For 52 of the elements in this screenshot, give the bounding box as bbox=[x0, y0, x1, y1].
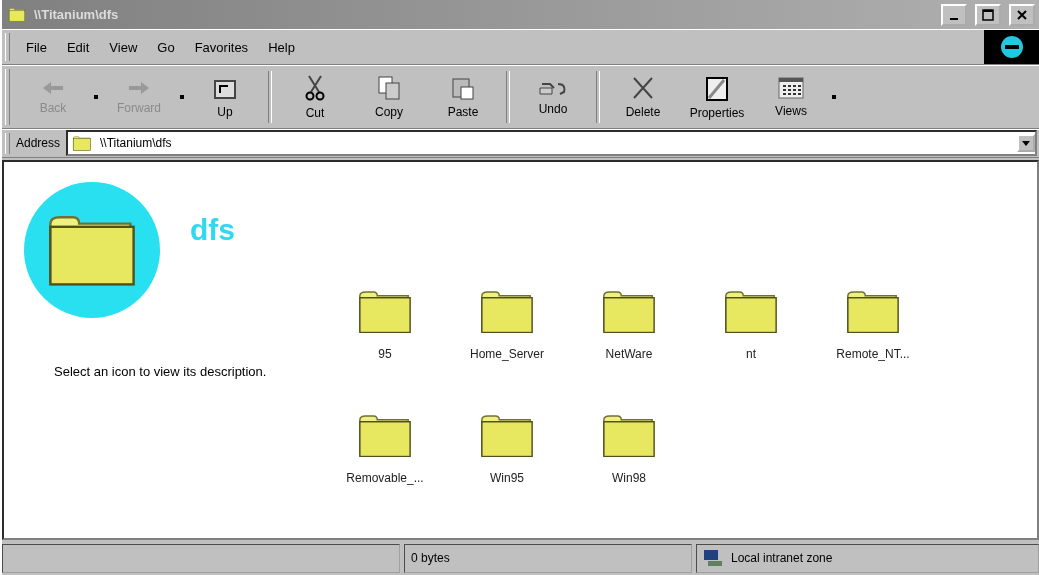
address-label: Address bbox=[16, 136, 61, 151]
caret-icon bbox=[1022, 140, 1030, 146]
folder-label[interactable]: nt bbox=[746, 347, 756, 362]
folder-icon bbox=[478, 414, 536, 458]
network-icon bbox=[703, 549, 723, 568]
folder-label[interactable]: Remote_NT... bbox=[836, 347, 910, 362]
folder-label[interactable]: Home_Server bbox=[470, 347, 544, 362]
maximize-button[interactable] bbox=[975, 3, 1001, 26]
properties-button[interactable]: Properties bbox=[680, 66, 754, 127]
views-button[interactable]: Views bbox=[754, 66, 828, 127]
up-button[interactable]: Up bbox=[188, 66, 262, 127]
browser-logo bbox=[984, 30, 1039, 64]
folder-icon bbox=[356, 414, 414, 458]
folder-icon bbox=[356, 290, 414, 334]
undo-button[interactable]: Undo bbox=[516, 66, 590, 127]
menu-item[interactable]: View bbox=[99, 39, 148, 55]
menu-item[interactable]: File bbox=[16, 39, 57, 55]
minimize-icon bbox=[950, 17, 958, 20]
folder-title: dfs bbox=[190, 213, 235, 247]
copy-button[interactable]: Copy bbox=[352, 66, 426, 127]
folder-icon bbox=[478, 290, 536, 334]
folder-icon bbox=[722, 290, 780, 334]
window-title: \\Titanium\dfs bbox=[34, 7, 120, 22]
folder-icon bbox=[600, 414, 658, 458]
minimize-button[interactable] bbox=[941, 3, 967, 26]
copy-icon bbox=[377, 74, 401, 101]
folder-label[interactable]: 95 bbox=[378, 347, 392, 362]
address-field[interactable]: \\Titanium\dfs bbox=[66, 130, 1037, 157]
menu-item[interactable]: Edit bbox=[56, 39, 100, 55]
description-text: Select an icon to view its description. bbox=[54, 364, 268, 379]
folder-icon bbox=[72, 135, 93, 151]
close-icon bbox=[1017, 9, 1027, 20]
status-size: 0 bytes bbox=[404, 544, 692, 573]
folder-icon bbox=[844, 290, 902, 334]
scissors-icon bbox=[305, 73, 325, 102]
menu-item[interactable]: Go bbox=[147, 39, 185, 55]
folder-label[interactable]: Win98 bbox=[612, 471, 646, 486]
cut-button[interactable]: Cut bbox=[278, 66, 352, 127]
folder-icon bbox=[8, 7, 26, 22]
folder-label[interactable]: Removable_... bbox=[346, 471, 424, 486]
maximize-icon bbox=[982, 8, 994, 21]
close-button[interactable] bbox=[1009, 3, 1035, 26]
delete-button[interactable]: Delete bbox=[606, 66, 680, 127]
folder-label[interactable]: NetWare bbox=[605, 347, 653, 362]
folder-icon bbox=[600, 290, 658, 334]
paste-button[interactable]: Paste bbox=[426, 66, 500, 127]
menu-item[interactable]: Help bbox=[258, 39, 305, 55]
zone-text: Local intranet zone bbox=[731, 551, 833, 566]
folder-label[interactable]: Win95 bbox=[490, 471, 524, 486]
views-grid-icon bbox=[777, 75, 805, 100]
menu-item[interactable]: Favorites bbox=[184, 39, 259, 55]
dropdown-button[interactable] bbox=[1017, 134, 1035, 153]
